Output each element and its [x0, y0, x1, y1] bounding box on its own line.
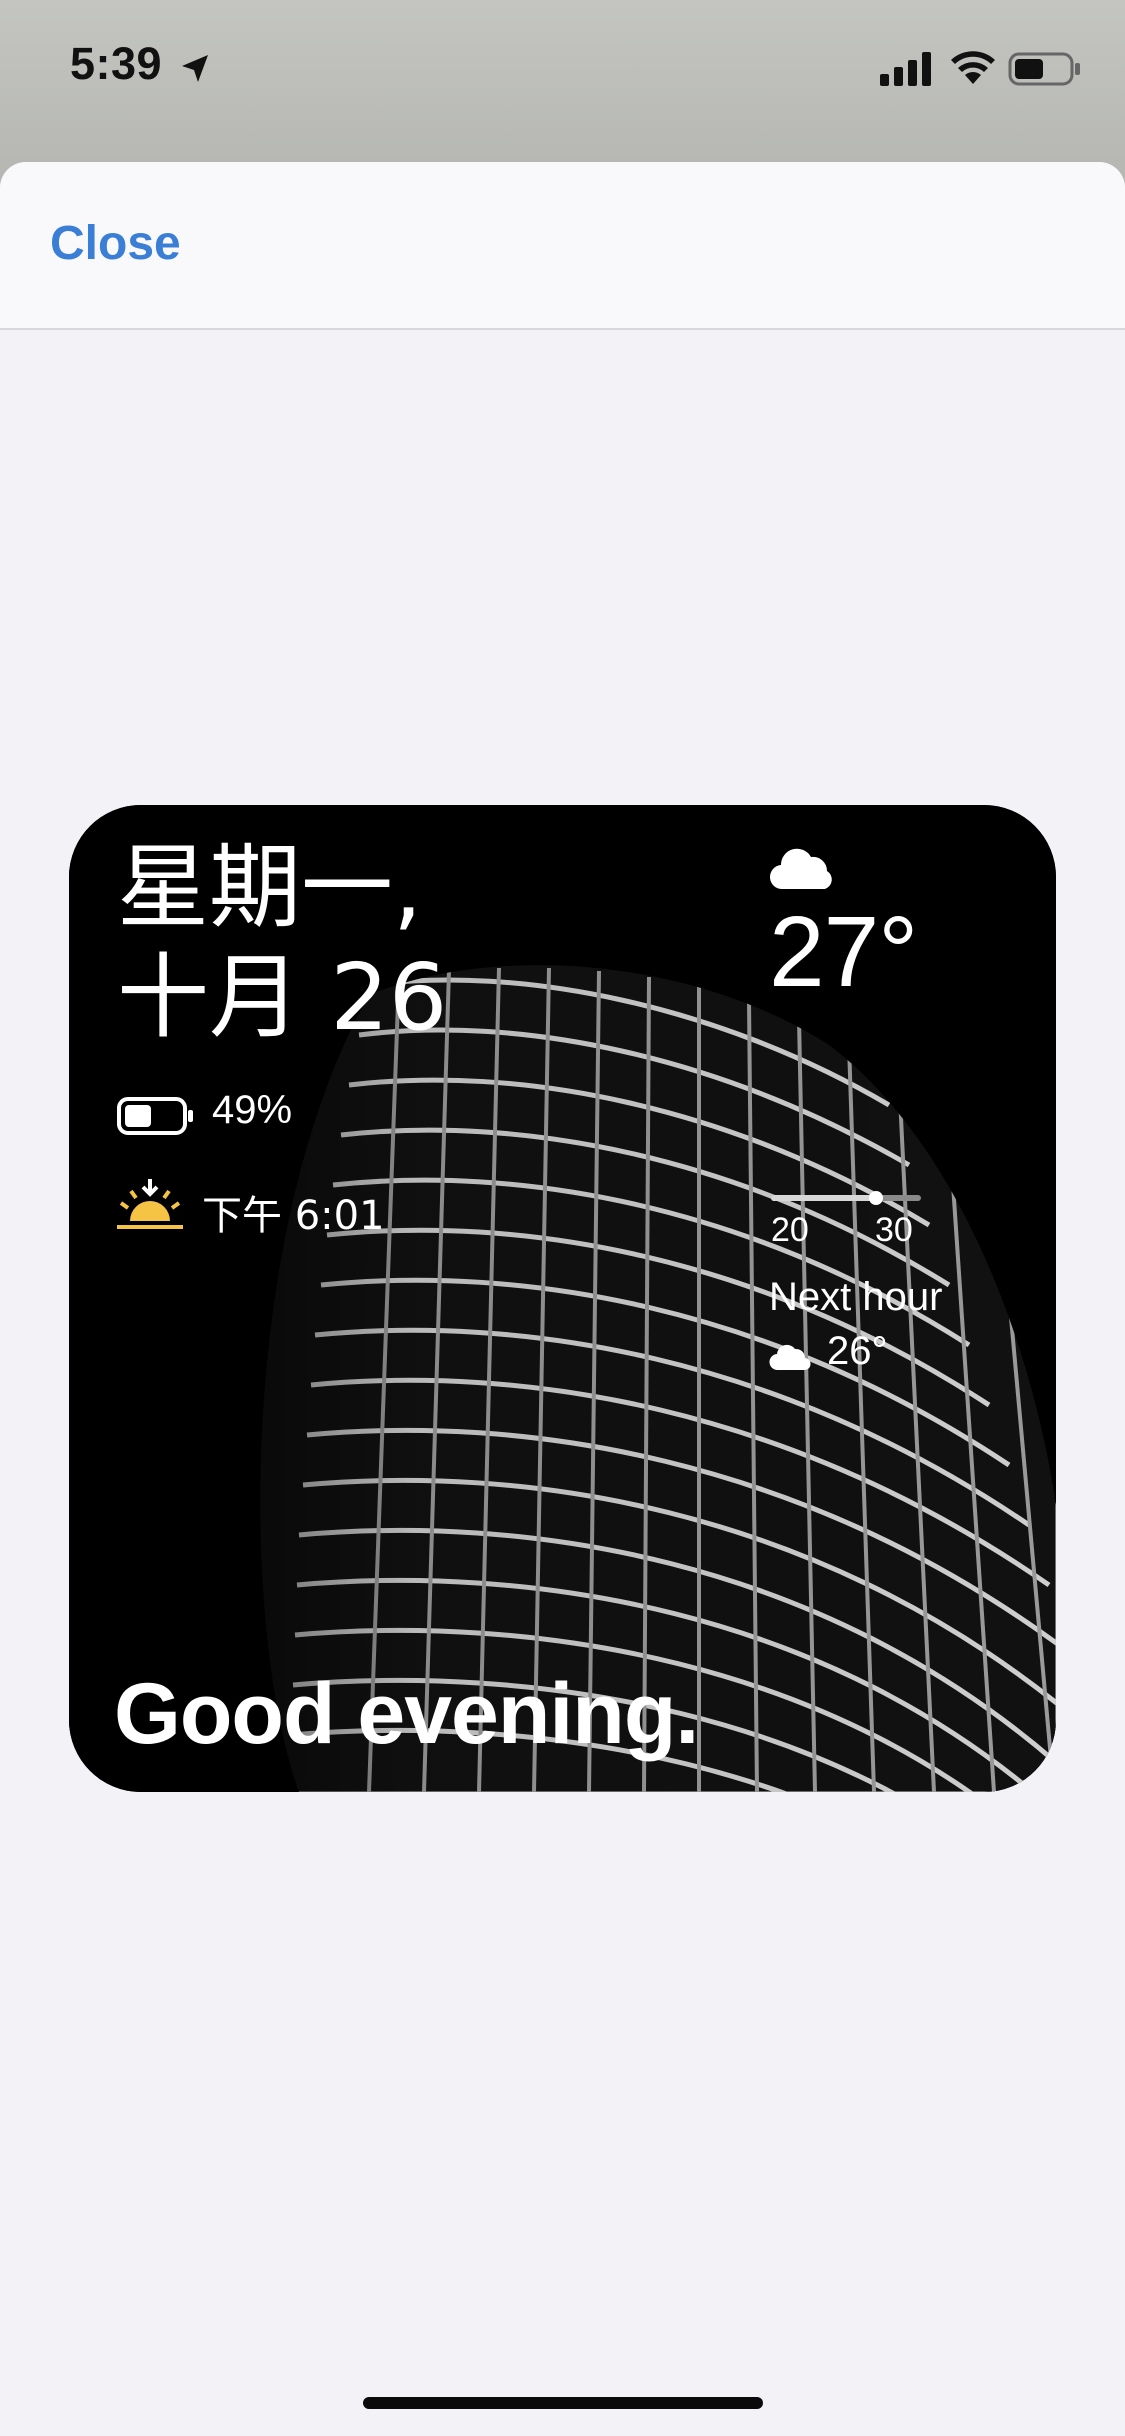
- modal-sheet: Close 星期一, 十月 26 49% 下午 6:01 27° 20 30 N…: [0, 162, 1125, 2436]
- date-month-day: 十月 26: [117, 944, 448, 1051]
- widget-preview[interactable]: 星期一, 十月 26 49% 下午 6:01 27° 20 30 Next ho…: [69, 805, 1056, 1792]
- battery-icon: [1008, 52, 1080, 86]
- status-bar: 5:39: [0, 0, 1125, 150]
- home-indicator[interactable]: [363, 2397, 763, 2409]
- sunset-icon: [117, 1179, 183, 1229]
- temperature-range-indicator: [869, 1191, 883, 1205]
- cloud-icon: [769, 848, 832, 890]
- greeting-text: Good evening.: [114, 1666, 699, 1762]
- next-hour-temperature: 26°: [827, 1329, 888, 1373]
- cellular-signal-icon: [880, 52, 931, 86]
- sheet-header: Close: [0, 162, 1125, 330]
- screen: 5:39 Close 星期一, 十月 26 49% 下午 6:01 27° 20…: [0, 0, 1125, 2436]
- date-weekday: 星期一,: [117, 834, 423, 941]
- battery-percent: 49%: [212, 1088, 293, 1132]
- sunset-time: 下午 6:01: [202, 1193, 385, 1239]
- next-hour-label: Next hour: [769, 1275, 943, 1319]
- temperature-range-fill: [771, 1195, 876, 1201]
- location-arrow-icon: [182, 55, 208, 82]
- widget-battery-icon: [117, 1097, 193, 1135]
- close-button[interactable]: Close: [50, 216, 181, 271]
- status-time: 5:39: [70, 38, 163, 89]
- current-temperature: 27°: [769, 896, 918, 1008]
- temperature-high: 30: [875, 1211, 913, 1249]
- wifi-icon: [951, 51, 995, 84]
- next-hour-cloud-icon: [769, 1344, 811, 1371]
- temperature-low: 20: [771, 1211, 809, 1249]
